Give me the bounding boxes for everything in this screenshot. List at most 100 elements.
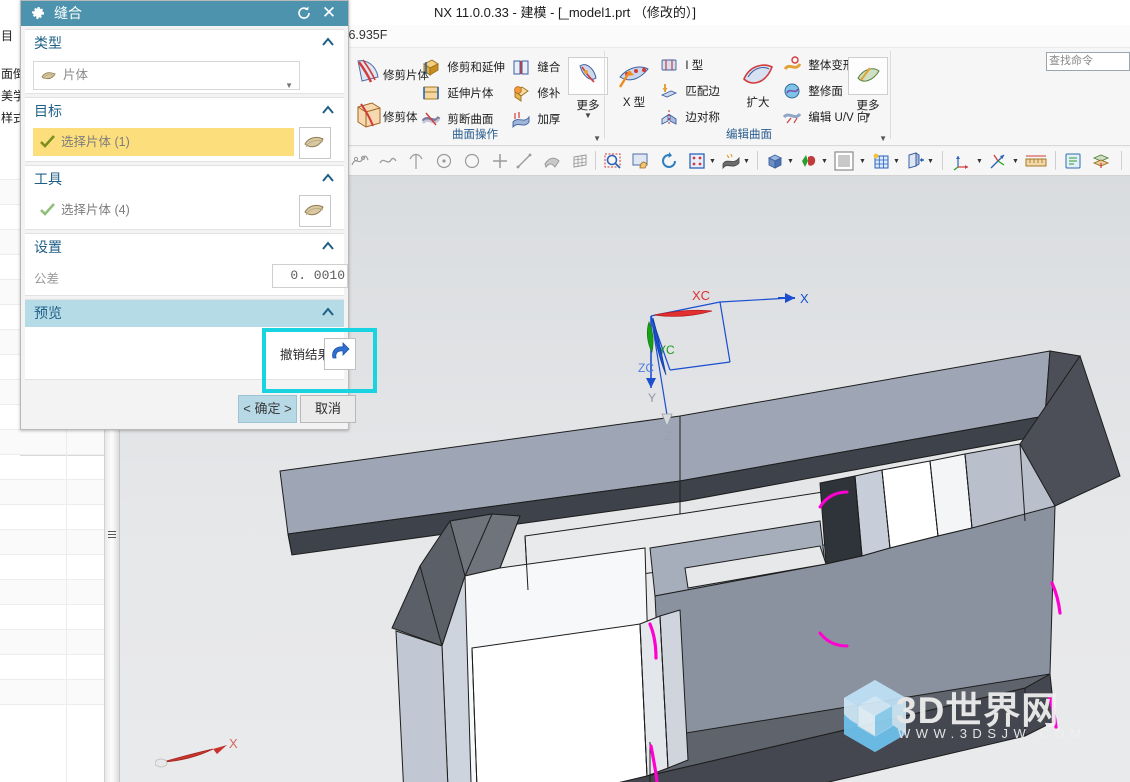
line-icon[interactable] [514,151,534,171]
ok-button[interactable]: < 确定 > [238,395,297,423]
chevron-down-icon[interactable]: ▼ [709,158,716,165]
color-style-icon[interactable] [799,151,819,171]
list-item[interactable] [0,555,120,580]
chevron-down-icon[interactable]: ▼ [893,158,900,165]
list-item[interactable] [0,680,120,705]
studio-spline-icon[interactable] [350,151,370,171]
ribbon-button-trim-face[interactable]: 整修面 [782,81,843,105]
circle-point-icon[interactable] [434,151,454,171]
group-separator [890,51,891,139]
chevron-up-icon[interactable] [321,103,335,117]
section-header-tool[interactable]: 工具 [25,166,344,193]
grid-snap-icon[interactable] [871,151,891,171]
abs-csys-x-label: X [229,736,238,751]
tolerance-row: 公差 0. 0010 [25,261,348,295]
tool-select-button[interactable] [299,195,331,227]
ribbon-more-edit-surface[interactable]: 更多 ▼ [847,57,889,120]
list-item[interactable] [0,480,120,505]
chevron-down-icon[interactable]: ▼ [787,158,794,165]
chevron-down-icon[interactable]: ▼ [821,158,828,165]
layer-settings-icon[interactable] [1063,151,1083,171]
group-expand-surface-ops[interactable]: ▼ [593,134,601,143]
close-icon[interactable]: ✕ [320,3,338,23]
chevron-down-icon[interactable]: ▼ [859,158,866,165]
dialog-body: 类型 片体 ▼ 目标 选择片体 (1) 工具 选择片体 (4) 设置 公差 0.… [21,26,356,429]
chevron-up-icon[interactable] [321,239,335,253]
layer-visible-icon[interactable] [1091,151,1111,171]
dialog-title-bar[interactable]: 缝合 ✕ [21,1,348,26]
ribbon-button-i-form[interactable]: I 型 [659,55,703,79]
sheet-body-icon [40,67,57,83]
section-type: 类型 片体 ▼ [25,29,344,94]
svg-text:X: X [800,291,809,306]
ribbon-button-trim-and-extend[interactable]: 修剪和延伸 [421,57,505,81]
watermark: 3D世界网 WWW.3DSJW.COM [840,674,1124,764]
rotate-icon[interactable] [659,151,679,171]
cancel-button[interactable]: 取消 [300,395,356,423]
chevron-down-icon[interactable]: ▼ [743,158,750,165]
ribbon-button-global-deform[interactable]: 整体变形 [782,55,854,79]
grid-curve-icon[interactable] [570,151,590,171]
section-header-preview[interactable]: 预览 [25,300,344,327]
ribbon-button-sew[interactable]: 缝合 [511,57,560,81]
undo-result-button[interactable] [324,338,356,370]
circle-icon[interactable] [462,151,482,171]
fit-icon[interactable] [687,151,707,171]
chevron-down-icon[interactable]: ▼ [285,72,293,99]
ribbon-button-x-form[interactable]: X 型 [611,57,657,110]
list-item[interactable] [0,580,120,605]
section-title-settings: 设置 [34,239,62,255]
helix-icon[interactable] [406,151,426,171]
section-header-target[interactable]: 目标 [25,98,344,125]
chevron-down-icon[interactable]: ▼ [976,158,983,165]
list-item[interactable] [0,505,120,530]
render-style-icon[interactable] [765,151,785,171]
section-icon[interactable] [905,151,925,171]
ribbon-button-enlarge[interactable]: 扩大 [735,57,781,110]
type-combobox[interactable]: 片体 ▼ [33,61,300,90]
ribbon-more-surface-ops[interactable]: 更多 ▼ [567,57,609,120]
list-item[interactable] [0,655,120,680]
splitter-grip-icon [108,531,116,541]
ribbon-button-extend-sheet[interactable]: 延伸片体 [421,83,493,107]
chevron-up-icon[interactable] [321,35,335,49]
global-deform-icon [782,55,802,75]
chevron-down-icon[interactable]: ▼ [927,158,934,165]
wcs-icon[interactable] [988,151,1008,171]
section-title-type: 类型 [34,35,62,51]
section-header-settings[interactable]: 设置 [25,234,344,261]
spline-icon[interactable] [378,151,398,171]
chevron-down-icon[interactable]: ▼ [1012,158,1019,165]
ribbon-group-surface-ops: 修剪片体 修剪体 修剪和延伸 延伸片体 剪断曲面 缝合 修补 加厚 更多 ▼ 曲… [345,49,608,145]
tolerance-input[interactable]: 0. 0010 [272,264,348,288]
section-header-type[interactable]: 类型 [25,30,344,57]
pan-icon[interactable] [631,151,651,171]
shade-style-icon[interactable] [721,151,741,171]
orient-view-icon[interactable] [952,151,972,171]
search-input[interactable]: 查找命令 [1046,52,1130,71]
list-item[interactable] [0,605,120,630]
target-select-button[interactable] [299,127,331,159]
chevron-up-icon[interactable] [321,171,335,185]
list-item[interactable] [0,430,120,455]
zoom-window-icon[interactable] [603,151,623,171]
offset-curve-icon[interactable] [542,151,562,171]
x-form-icon [614,57,654,93]
section-tool: 工具 选择片体 (4) [25,165,344,230]
group-expand-edit-surface[interactable]: ▼ [879,134,887,143]
match-edge-icon [659,81,679,101]
list-item[interactable] [0,530,120,555]
target-select-row[interactable]: 选择片体 (1) [33,128,294,156]
chevron-up-icon[interactable] [321,305,335,319]
tool-select-row[interactable]: 选择片体 (4) [33,196,294,224]
background-icon[interactable] [833,150,855,172]
ribbon-button-patch[interactable]: 修补 [511,83,560,107]
point-icon[interactable] [490,151,510,171]
reset-icon[interactable] [296,5,312,21]
list-item[interactable] [0,455,120,480]
chevron-down-icon: ▼ [584,111,592,120]
measure-icon[interactable] [1024,151,1048,171]
ribbon-button-match-edge[interactable]: 匹配边 [659,81,720,105]
list-item[interactable] [0,630,120,655]
section-body-preview: 撤销结果 [25,327,356,379]
